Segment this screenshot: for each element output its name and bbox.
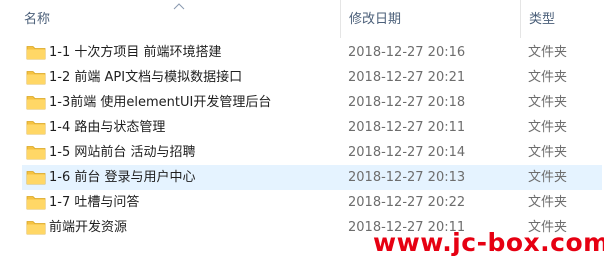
item-date: 2018-12-27 20:13 bbox=[348, 170, 466, 185]
item-name: 1-5 网站前台 活动与招聘 bbox=[49, 145, 196, 160]
list-item[interactable]: 1-7 吐槽与问答 2018-12-27 20:22 文件夹 bbox=[22, 190, 602, 215]
item-date: 2018-12-27 20:18 bbox=[348, 95, 466, 110]
item-name: 1-6 前台 登录与用户中心 bbox=[49, 170, 196, 185]
item-date: 2018-12-27 20:11 bbox=[348, 120, 466, 135]
item-date: 2018-12-27 20:16 bbox=[348, 45, 466, 60]
folder-icon bbox=[26, 221, 46, 235]
item-name: 前端开发资源 bbox=[49, 220, 128, 235]
folder-icon bbox=[26, 71, 46, 85]
folder-icon bbox=[26, 121, 46, 135]
item-date: 2018-12-27 20:22 bbox=[348, 195, 466, 210]
item-name: 1-1 十次方项目 前端环境搭建 bbox=[49, 45, 222, 60]
column-header-type[interactable]: 类型 bbox=[520, 0, 604, 38]
column-header-name[interactable]: 名称 bbox=[16, 0, 340, 38]
item-type: 文件夹 bbox=[528, 195, 568, 210]
item-type: 文件夹 bbox=[528, 145, 568, 160]
column-header: 名称 修改日期 类型 bbox=[0, 0, 604, 38]
folder-icon bbox=[26, 171, 46, 185]
item-date: 2018-12-27 20:14 bbox=[348, 145, 466, 160]
item-type: 文件夹 bbox=[528, 95, 568, 110]
item-name: 1-4 路由与状态管理 bbox=[49, 120, 166, 135]
item-name: 1-3前端 使用elementUI开发管理后台 bbox=[49, 95, 272, 110]
folder-icon bbox=[26, 46, 46, 60]
item-date: 2018-12-27 20:21 bbox=[348, 70, 466, 85]
folder-icon bbox=[26, 96, 46, 110]
folder-icon bbox=[26, 196, 46, 210]
list-item[interactable]: 1-4 路由与状态管理 2018-12-27 20:11 文件夹 bbox=[22, 115, 602, 140]
item-name: 1-7 吐槽与问答 bbox=[49, 195, 140, 210]
folder-icon bbox=[26, 146, 46, 160]
item-type: 文件夹 bbox=[528, 45, 568, 60]
list-item[interactable]: 1-3前端 使用elementUI开发管理后台 2018-12-27 20:18… bbox=[22, 90, 602, 115]
watermark-text: www.jc-box.com bbox=[373, 228, 604, 257]
item-type: 文件夹 bbox=[528, 170, 568, 185]
item-type: 文件夹 bbox=[528, 120, 568, 135]
list-item-selected[interactable]: 1-6 前台 登录与用户中心 2018-12-27 20:13 文件夹 bbox=[22, 165, 602, 190]
item-name: 1-2 前端 API文档与模拟数据接口 bbox=[49, 70, 243, 85]
list-item[interactable]: 1-2 前端 API文档与模拟数据接口 2018-12-27 20:21 文件夹 bbox=[22, 65, 602, 90]
list-item[interactable]: 1-5 网站前台 活动与招聘 2018-12-27 20:14 文件夹 bbox=[22, 140, 602, 165]
column-header-date-modified[interactable]: 修改日期 bbox=[340, 0, 520, 38]
list-item[interactable]: 1-1 十次方项目 前端环境搭建 2018-12-27 20:16 文件夹 bbox=[22, 40, 602, 65]
item-type: 文件夹 bbox=[528, 70, 568, 85]
